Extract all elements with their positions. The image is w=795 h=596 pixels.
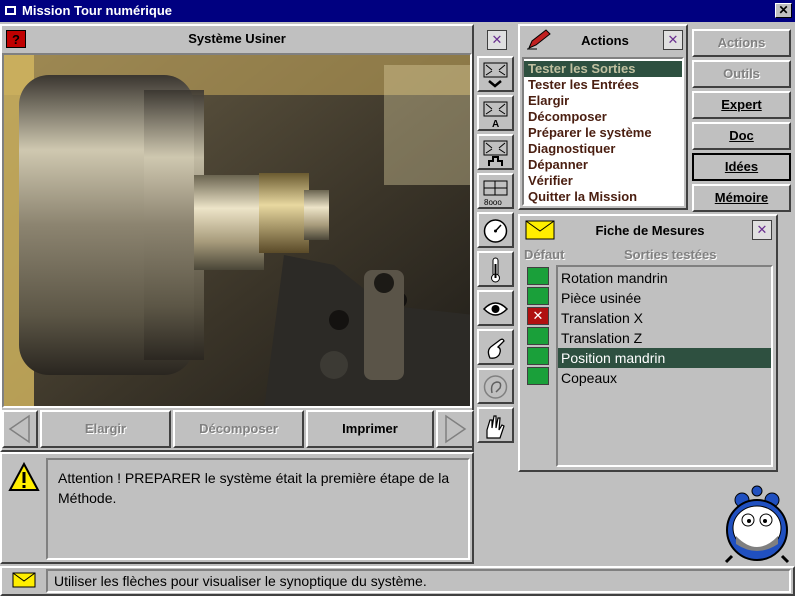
mesures-title: Fiche de Mesures (595, 223, 705, 238)
ok-indicator[interactable] (527, 287, 549, 305)
actions-title: Actions (581, 33, 629, 48)
mesure-row[interactable]: Pièce usinée (558, 288, 771, 308)
warning-icon (8, 462, 40, 491)
message-text: Attention ! PREPARER le système était la… (46, 458, 470, 560)
hand-icon[interactable] (477, 329, 514, 365)
window-title: Mission Tour numérique (22, 3, 172, 18)
zoom-down-icon[interactable] (477, 56, 514, 92)
zoom-a-icon[interactable]: A (477, 95, 514, 131)
mesures-list: Rotation mandrin Pièce usinée Translation … (556, 265, 773, 467)
mesure-row[interactable]: Position mandrin (558, 348, 771, 368)
ear-icon[interactable] (477, 368, 514, 404)
pen-icon (527, 29, 551, 50)
prev-arrow-button[interactable] (2, 410, 38, 448)
window-close-button[interactable]: ✕ (775, 3, 792, 18)
doc-button[interactable]: Doc (692, 122, 791, 150)
grid-icon[interactable]: 8ooo (477, 173, 514, 209)
ok-indicator[interactable] (527, 347, 549, 365)
idees-button[interactable]: Idées (692, 153, 791, 181)
elargir-button[interactable]: Elargir (40, 410, 171, 448)
zoom-signal-icon[interactable] (477, 134, 514, 170)
next-arrow-button[interactable] (436, 410, 474, 448)
action-item[interactable]: Tester les Sorties (524, 61, 682, 77)
mesure-row[interactable]: Rotation mandrin (558, 268, 771, 288)
defaut-indicator[interactable]: ✕ (527, 307, 549, 325)
ok-indicator[interactable] (527, 367, 549, 385)
outils-button[interactable]: Outils (692, 60, 791, 88)
system-panel-title: Système Usiner (188, 31, 286, 46)
window-titlebar: Mission Tour numérique ✕ (0, 0, 795, 22)
action-item[interactable]: Vérifier (524, 173, 682, 189)
svg-text:A: A (492, 119, 499, 128)
mesures-close-icon[interactable]: ✕ (752, 220, 772, 240)
actions-button[interactable]: Actions (692, 29, 791, 57)
memoire-button[interactable]: Mémoire (692, 184, 791, 212)
status-text: Utiliser les flèches pour visualiser le … (46, 569, 791, 593)
action-item[interactable]: Dépanner (524, 157, 682, 173)
action-item[interactable]: Quitter la Mission (524, 189, 682, 205)
action-item[interactable]: Décomposer (524, 109, 682, 125)
action-item[interactable]: Diagnostiquer (524, 141, 682, 157)
action-item[interactable]: Elargir (524, 93, 682, 109)
machine-photo (2, 53, 472, 408)
thermometer-icon[interactable] (477, 251, 514, 287)
hand-touch-icon[interactable] (477, 407, 514, 443)
decomposer-button[interactable]: Décomposer (173, 410, 304, 448)
imprimer-button[interactable]: Imprimer (306, 410, 434, 448)
action-item[interactable]: Tester les Entrées (524, 77, 682, 93)
svg-text:8ooo: 8ooo (484, 198, 502, 206)
close-icon[interactable]: ✕ (487, 30, 507, 50)
ok-indicator[interactable] (527, 267, 549, 285)
mesure-row[interactable]: Copeaux (558, 368, 771, 388)
actions-close-icon[interactable]: ✕ (663, 30, 683, 50)
mesure-row[interactable]: Translation Z (558, 328, 771, 348)
app-icon (5, 6, 16, 15)
action-item[interactable]: Préparer le système (524, 125, 682, 141)
mesure-row[interactable]: Translation X (558, 308, 771, 328)
actions-list: Tester les Sorties Tester les Entrées Elar… (522, 57, 684, 206)
envelope-status-icon (12, 572, 36, 588)
eye-icon[interactable] (477, 290, 514, 326)
envelope-icon (525, 220, 555, 240)
alarm-clock-icon[interactable] (722, 484, 792, 564)
help-icon[interactable]: ? (6, 30, 26, 48)
expert-button[interactable]: Expert (692, 91, 791, 119)
col-defaut-header: Défaut (524, 247, 565, 262)
col-sorties-header: Sorties testées (624, 247, 717, 262)
ok-indicator[interactable] (527, 327, 549, 345)
gauge-icon[interactable] (477, 212, 514, 248)
